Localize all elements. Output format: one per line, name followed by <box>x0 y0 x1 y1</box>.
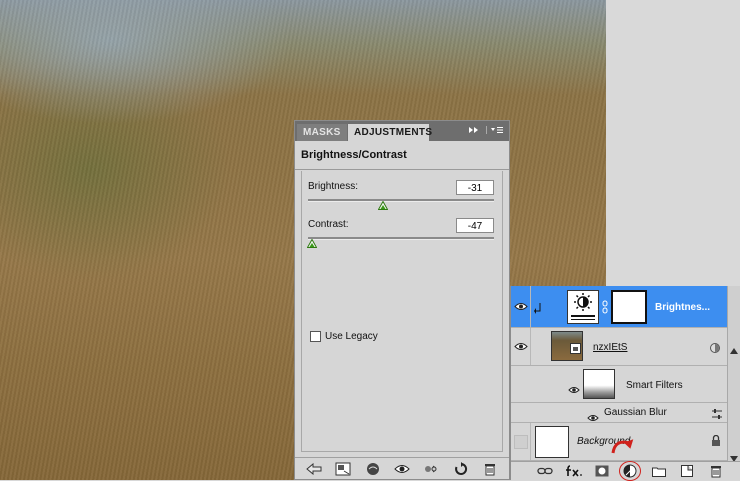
filter-mask-thumbnail[interactable] <box>583 369 615 399</box>
layer-row-smart-filters[interactable]: Smart Filters <box>511 366 729 403</box>
new-layer-icon[interactable] <box>678 463 696 479</box>
adjustment-layer-icon[interactable] <box>611 439 642 481</box>
layer-row-brightness[interactable]: Brightnes... <box>511 286 729 328</box>
layers-panel: Brightnes... nzxIEtS Smart Filters Gauss… <box>510 286 740 481</box>
use-legacy-option[interactable]: Use Legacy <box>310 331 378 342</box>
brightness-value-field[interactable]: -31 <box>456 180 494 195</box>
layer-name[interactable]: Brightnes... <box>655 302 710 313</box>
brightness-slider-track[interactable] <box>308 199 494 202</box>
layer-name[interactable]: nzxIEtS <box>593 342 627 353</box>
group-folder-icon[interactable] <box>650 463 668 479</box>
adjustment-title: Brightness/Contrast <box>295 141 509 170</box>
layer-visibility-toggle[interactable] <box>511 423 531 460</box>
layer-row-gaussian-blur[interactable]: Gaussian Blur <box>511 403 729 423</box>
fx-icon[interactable] <box>565 463 583 479</box>
trash-icon[interactable] <box>707 463 725 479</box>
layers-scrollbar[interactable] <box>727 286 740 462</box>
adjustments-toolbar <box>295 457 509 479</box>
layer-thumbnail[interactable] <box>551 331 583 361</box>
adjustment-controls: Brightness: -31 Contrast: -47 Use Legacy <box>301 171 503 452</box>
tab-adjustments[interactable]: ADJUSTMENTS <box>348 124 432 141</box>
clip-layer-icon[interactable] <box>364 461 382 477</box>
use-legacy-label: Use Legacy <box>325 331 378 342</box>
smart-filter-indicator-icon[interactable] <box>709 341 721 359</box>
contrast-slider-track[interactable] <box>308 237 494 240</box>
layer-row-smart-object[interactable]: nzxIEtS <box>511 328 729 366</box>
layer-name[interactable]: Gaussian Blur <box>604 407 667 418</box>
tab-masks[interactable]: MASKS <box>297 124 347 141</box>
scroll-up-arrow-icon[interactable] <box>730 341 738 359</box>
back-arrow-icon[interactable] <box>305 461 323 477</box>
clip-arrow-icon <box>534 301 542 319</box>
smart-object-icon <box>570 341 581 359</box>
layer-visibility-toggle[interactable] <box>511 328 531 365</box>
contrast-value-field[interactable]: -47 <box>456 218 494 233</box>
layer-name: Smart Filters <box>626 380 683 391</box>
panel-menu-icon[interactable] <box>467 125 505 137</box>
reset-icon[interactable] <box>452 461 470 477</box>
highlight-arrow-icon <box>611 437 637 466</box>
link-icon[interactable] <box>536 463 554 479</box>
contrast-label: Contrast: <box>308 219 349 230</box>
trash-icon[interactable] <box>481 461 499 477</box>
visibility-eye-icon[interactable] <box>568 381 580 399</box>
visibility-eye-icon[interactable] <box>393 461 411 477</box>
adjustments-panel: MASKS ADJUSTMENTS Brightness/Contrast Br… <box>294 120 510 480</box>
layers-toolbar <box>511 439 740 481</box>
layer-visibility-toggle[interactable] <box>511 286 531 327</box>
use-legacy-checkbox[interactable] <box>310 331 321 342</box>
mask-link-icon[interactable] <box>602 300 608 319</box>
layer-visibility-spacer <box>511 366 531 402</box>
brightness-adjustment-icon <box>567 290 599 324</box>
workspace-background <box>606 0 740 286</box>
view-previous-icon[interactable] <box>422 461 440 477</box>
expand-view-icon[interactable] <box>334 461 352 477</box>
lock-icon <box>711 434 721 452</box>
layer-mask-thumbnail[interactable] <box>611 290 647 324</box>
brightness-label: Brightness: <box>308 181 359 192</box>
panel-tab-bar: MASKS ADJUSTMENTS <box>295 121 509 141</box>
mask-icon[interactable] <box>593 463 611 479</box>
layer-thumbnail[interactable] <box>535 426 569 458</box>
